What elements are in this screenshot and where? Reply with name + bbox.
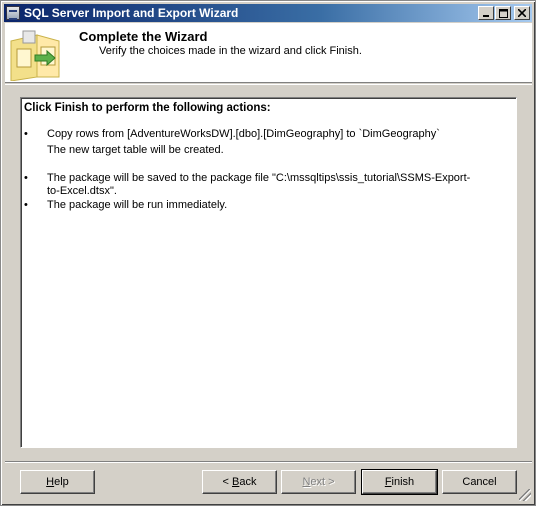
page-subtitle: Verify the choices made in the wizard an… xyxy=(99,45,362,57)
summary-heading: Click Finish to perform the following ac… xyxy=(24,102,271,114)
header-divider xyxy=(5,84,532,85)
back-button[interactable]: < Back xyxy=(202,470,277,494)
maximize-button[interactable] xyxy=(495,6,511,20)
summary-item-text: Copy rows from [AdventureWorksDW].[dbo].… xyxy=(47,128,440,140)
summary-item-text: The package will be saved to the package… xyxy=(47,172,471,197)
summary-item-subtext: The new target table will be created. xyxy=(47,144,224,156)
app-icon xyxy=(6,6,20,20)
wizard-window: SQL Server Import and Export Wizard Comp… xyxy=(0,0,536,506)
wizard-graphic-icon xyxy=(7,25,65,81)
resize-grip-icon[interactable] xyxy=(519,489,531,501)
button-bar-divider xyxy=(5,461,532,463)
finish-button[interactable]: Finish xyxy=(361,469,438,495)
maximize-icon xyxy=(498,8,508,18)
bullet: • xyxy=(24,172,28,184)
minimize-icon xyxy=(483,15,489,17)
title-bar[interactable]: SQL Server Import and Export Wizard xyxy=(4,4,532,22)
summary-textbox[interactable]: Click Finish to perform the following ac… xyxy=(20,97,517,448)
bullet: • xyxy=(24,199,28,211)
page-title: Complete the Wizard xyxy=(79,29,208,44)
next-button[interactable]: Next > xyxy=(281,470,356,494)
bullet: • xyxy=(24,128,28,140)
window-title: SQL Server Import and Export Wizard xyxy=(24,6,239,20)
summary-item-text: The package will be run immediately. xyxy=(47,199,228,211)
wizard-header: Complete the Wizard Verify the choices m… xyxy=(5,23,532,83)
cancel-button[interactable]: Cancel xyxy=(442,470,517,494)
close-button[interactable] xyxy=(514,6,530,20)
minimize-button[interactable] xyxy=(478,6,494,20)
help-button[interactable]: Help xyxy=(20,470,95,494)
close-icon xyxy=(518,9,526,17)
